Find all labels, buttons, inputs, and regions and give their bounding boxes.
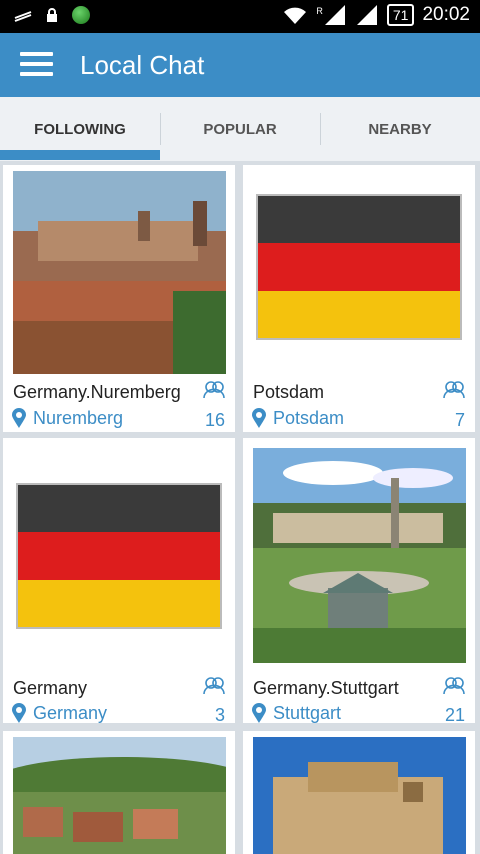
location-pin-icon [252,703,266,723]
menu-icon[interactable] [20,52,53,78]
location-pin-icon [252,408,266,428]
room-thumbnail [253,737,466,854]
room-card[interactable]: Germany.Nuremberg Nuremberg 16 [3,165,235,432]
member-count: 3 [214,705,225,725]
battery-icon: 71 [386,4,415,26]
clock: 20:02 [422,4,470,25]
room-name: Germany.Stuttgart [253,678,399,698]
member-count: 7 [454,410,465,430]
room-thumbnail [253,171,466,374]
room-card[interactable] [3,731,235,854]
people-icon [443,677,465,695]
member-count: 21 [444,705,465,725]
app-title: Local Chat [80,50,205,80]
tab-nearby[interactable]: NEARBY [320,97,480,161]
notification-icon [14,11,32,22]
app-bar: Local Chat [0,33,480,97]
room-thumbnail [13,454,226,657]
room-location: Potsdam [273,408,345,428]
room-location: Nuremberg [33,408,124,428]
tab-popular[interactable]: POPULAR [160,97,320,161]
room-card[interactable]: Germany.Stuttgart Stuttgart 21 [243,438,475,725]
room-location: Stuttgart [273,703,342,723]
room-card[interactable] [243,731,475,854]
room-card[interactable]: Germany Germany 3 [3,438,235,725]
room-grid: Germany.Nuremberg Nuremberg 16 Potsdam P… [0,161,480,854]
location-pin-icon [12,408,26,428]
room-location: Germany [33,703,108,723]
room-card[interactable]: Potsdam Potsdam 7 [243,165,475,432]
people-icon [443,381,465,399]
wifi-icon [284,7,307,24]
location-pin-icon [12,703,26,723]
lock-icon [47,8,57,22]
app-status-icon [72,6,90,24]
room-thumbnail [253,448,466,663]
room-thumbnail [13,171,226,374]
member-count: 16 [204,410,225,430]
signal-icon [324,5,345,25]
room-name: Germany.Nuremberg [13,382,181,402]
status-bar: R 71 20:02 [0,0,480,33]
people-icon [203,677,225,695]
room-name: Potsdam [253,382,325,402]
room-name: Germany [13,678,88,698]
tab-indicator [0,150,160,160]
people-icon [203,381,225,399]
room-thumbnail [13,737,226,854]
signal-2-icon [356,5,377,25]
